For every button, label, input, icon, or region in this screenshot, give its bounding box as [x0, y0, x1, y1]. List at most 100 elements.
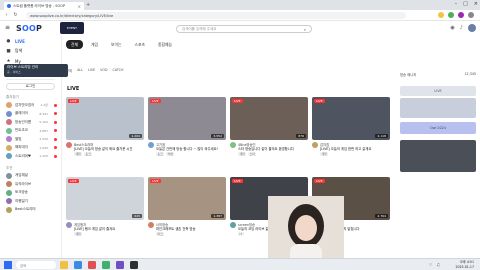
- app-icon[interactable]: [88, 261, 96, 269]
- wifi-icon[interactable]: ⌔: [429, 262, 433, 268]
- hamburger-menu-icon[interactable]: ≡: [5, 24, 10, 31]
- stream-title[interactable]: [LIVE] 랭크 게임 같이 즐겨요: [74, 227, 144, 231]
- tag[interactable]: 게임: [238, 152, 247, 156]
- stream-title[interactable]: 스타 방송입니다 같이 즐겨요 환영합니다: [238, 147, 308, 151]
- stream-thumbnail[interactable]: LIVE 1,204: [66, 97, 144, 140]
- right-live-label[interactable]: LIVE: [400, 86, 476, 96]
- purple-card[interactable]: Owl 2024: [400, 122, 476, 134]
- avatar[interactable]: [230, 142, 236, 148]
- close-window-icon[interactable]: ×: [474, 1, 478, 7]
- right-preview[interactable]: [400, 98, 476, 118]
- app-icon[interactable]: [116, 261, 124, 269]
- recommended-streamer[interactable]: Best스트리머: [0, 206, 61, 215]
- viewer-count: 3,552: [211, 134, 224, 138]
- volume-icon[interactable]: ♫: [436, 262, 440, 268]
- search-input[interactable]: 검색어를 입력해 주세요 ⌕: [176, 25, 312, 33]
- stream-thumbnail[interactable]: LIVE 1,387: [148, 177, 226, 220]
- tag[interactable]: 게임: [74, 232, 83, 236]
- favorite-streamer[interactable]: 별빛 2,540: [0, 135, 61, 144]
- favorite-streamer[interactable]: 방송인이름 5,102: [0, 118, 61, 127]
- avatar[interactable]: [66, 142, 72, 148]
- system-tray: ⌔ ♫: [429, 262, 440, 268]
- favorite-streamer[interactable]: 플레이어 8,341: [0, 110, 61, 119]
- stream-title[interactable]: [LIVE] 오늘의 방송 같이 봐요 즐거운 시간: [74, 147, 144, 151]
- recommended-streamer[interactable]: 여행일기: [0, 197, 61, 206]
- event-banner[interactable]: EVENT: [60, 22, 84, 34]
- browser-tab[interactable]: 스트림 플랫폼 라이브 방송 - SOOP ×: [4, 2, 84, 10]
- stream-thumbnail[interactable]: LIVE 2,118: [312, 97, 390, 140]
- category-tab[interactable]: 전체: [66, 40, 83, 49]
- favorite-streamer[interactable]: 해피데이 1,930: [0, 144, 61, 153]
- back-icon[interactable]: ‹: [4, 12, 9, 18]
- app-icon[interactable]: [102, 261, 110, 269]
- favorite-streamer[interactable]: 감자맛오징어 1.2만: [0, 101, 61, 110]
- minimize-icon[interactable]: –: [455, 1, 458, 7]
- tag[interactable]: IT: [238, 232, 244, 236]
- recommended-streamer[interactable]: 토크방송: [0, 189, 61, 198]
- stream-thumbnail[interactable]: LIVE 3,552: [148, 97, 226, 140]
- sub-tab[interactable]: 전체: [66, 68, 72, 73]
- file-explorer-icon[interactable]: [60, 261, 68, 269]
- avatar[interactable]: [468, 24, 476, 32]
- stream-card[interactable]: LIVE 2,118 감자칩 [LIVE] 오늘의 게임 한판 하고 갈게요 게임: [312, 97, 390, 156]
- address-bar[interactable]: www.sooplive.co.kr/directory/category/LI…: [26, 12, 406, 19]
- taskbar-search[interactable]: 검색: [16, 261, 56, 269]
- browser-icon[interactable]: [74, 261, 82, 269]
- site-logo[interactable]: SOOP: [16, 24, 42, 33]
- stream-card[interactable]: LIVE 1,204 Best스트리머 [LIVE] 오늘의 방송 같이 봐요 즐거운…: [66, 97, 144, 156]
- sidebar-item[interactable]: ● LIVE: [0, 36, 61, 46]
- sub-tab[interactable]: CATCH: [113, 68, 124, 73]
- category-tab[interactable]: 스포츠: [129, 40, 149, 49]
- tag[interactable]: 마크: [156, 232, 165, 236]
- sub-tab[interactable]: VOD: [100, 68, 107, 73]
- recommended-streamer[interactable]: 게임채널: [0, 172, 61, 181]
- tag[interactable]: 게임: [320, 152, 329, 156]
- sidebar-item[interactable]: ■ 탐색: [0, 46, 61, 56]
- search-icon[interactable]: ⌕: [304, 27, 306, 32]
- tag[interactable]: 토크: [156, 152, 165, 156]
- category-tab[interactable]: 보이는: [106, 40, 126, 49]
- tag[interactable]: 먹방: [166, 152, 175, 156]
- app-icon[interactable]: [130, 261, 138, 269]
- broadcast-icon[interactable]: ◉: [450, 25, 454, 31]
- taskbar-apps: [60, 261, 138, 269]
- favorite-streamer[interactable]: 민트초코 3,887: [0, 127, 61, 136]
- avatar[interactable]: [148, 222, 154, 228]
- stream-card[interactable]: LIVE 1,387 너의방송 마인크래프트 생존 건축 방송 마크: [148, 177, 226, 236]
- maximize-icon[interactable]: □: [463, 1, 468, 7]
- right-thumbnail[interactable]: [400, 140, 476, 172]
- stream-thumbnail[interactable]: LIVE 645: [66, 177, 144, 220]
- extension-icon[interactable]: [438, 12, 444, 18]
- stream-card[interactable]: LIVE 645 게임왕자 [LIVE] 랭크 게임 같이 즐겨요 게임: [66, 177, 144, 236]
- avatar[interactable]: [148, 142, 154, 148]
- tag[interactable]: 스타: [248, 152, 257, 156]
- close-tab-icon[interactable]: ×: [78, 4, 81, 9]
- avatar[interactable]: [66, 222, 72, 228]
- taskbar-clock[interactable]: 오후 4:51 2025-01-17: [455, 260, 474, 269]
- stream-thumbnail[interactable]: LIVE 876: [230, 97, 308, 140]
- new-tab-button[interactable]: +: [86, 2, 90, 8]
- favorite-streamer[interactable]: 스트리머♥ 1,205: [0, 152, 61, 161]
- stream-card[interactable]: LIVE 876 4Bne방송인 스타 방송입니다 같이 즐겨요 환영합니다 게임 스타: [230, 97, 308, 156]
- category-tab[interactable]: 게임: [86, 40, 103, 49]
- tag[interactable]: 토크: [84, 152, 93, 156]
- stream-card[interactable]: LIVE 3,552 고기쌈 오늘은 간만에 방송 합니다 ~ 많이 와주세요! 토크 먹…: [148, 97, 226, 156]
- login-button[interactable]: 로그인: [6, 83, 55, 90]
- reload-icon[interactable]: ↻: [13, 12, 18, 18]
- stream-title[interactable]: [LIVE] 오늘의 게임 한판 하고 갈게요: [320, 147, 390, 151]
- sub-tab[interactable]: ALL: [77, 68, 83, 73]
- avatar[interactable]: [230, 222, 236, 228]
- stream-title[interactable]: 마인크래프트 생존 건축 방송: [156, 227, 226, 231]
- category-tab[interactable]: 종합예능: [153, 40, 177, 49]
- sub-tab[interactable]: LIVE: [88, 68, 95, 73]
- profile-icon[interactable]: [468, 12, 474, 18]
- stream-title[interactable]: 오늘은 간만에 방송 합니다 ~ 많이 와주세요!: [156, 147, 226, 151]
- extension-icon[interactable]: [448, 12, 454, 18]
- live-dot-icon: [54, 120, 57, 124]
- tag[interactable]: 게임: [74, 152, 83, 156]
- extension-icon[interactable]: [458, 12, 464, 18]
- recommended-streamer[interactable]: 뮤직라이브: [0, 180, 61, 189]
- avatar[interactable]: [312, 142, 318, 148]
- windows-start-icon[interactable]: [4, 261, 12, 269]
- bell-icon[interactable]: ♪: [460, 25, 463, 31]
